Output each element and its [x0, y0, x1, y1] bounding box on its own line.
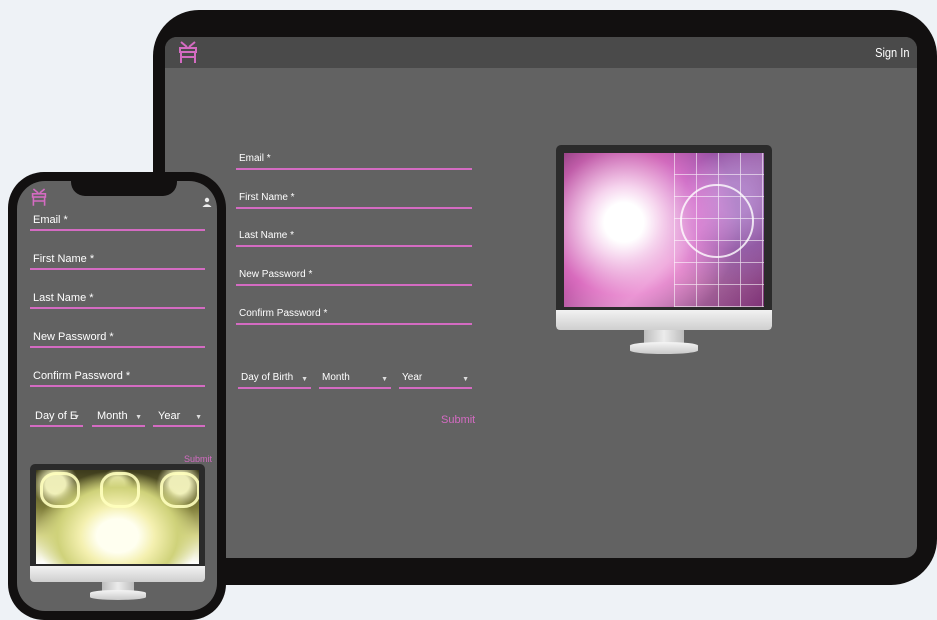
- first-name-field[interactable]: First Name *: [236, 185, 472, 209]
- monitor-illustration: [556, 145, 772, 361]
- phone-screen: Email * First Name * Last Name * New Pas…: [17, 181, 217, 611]
- email-field[interactable]: Email *: [30, 211, 205, 231]
- chevron-down-icon: ▼: [195, 414, 202, 421]
- hero-image: [36, 470, 199, 564]
- chevron-down-icon: ▼: [381, 376, 388, 383]
- day-of-birth-select[interactable]: Day of Birth ▼: [238, 367, 311, 389]
- tablet-device: Sign In Email * First Name * Last Name *…: [153, 10, 937, 585]
- new-password-field[interactable]: New Password *: [30, 328, 205, 348]
- month-select[interactable]: Month ▼: [92, 407, 145, 427]
- phone-notch: [71, 181, 177, 196]
- hero-image: [564, 153, 764, 307]
- last-name-field[interactable]: Last Name *: [30, 289, 205, 309]
- new-password-label: New Password *: [33, 331, 114, 343]
- chevron-down-icon: ▼: [462, 376, 469, 383]
- first-name-label: First Name *: [239, 192, 295, 203]
- confirm-password-label: Confirm Password *: [33, 370, 131, 382]
- last-name-field[interactable]: Last Name *: [236, 223, 472, 247]
- chevron-down-icon: ▼: [73, 414, 80, 421]
- year-label: Year: [158, 410, 181, 422]
- chevron-down-icon: ▼: [301, 376, 308, 383]
- day-of-birth-label: Day of Birth: [241, 372, 294, 383]
- sign-in-link[interactable]: Sign In: [875, 45, 909, 60]
- brand-logo-icon[interactable]: [31, 187, 47, 207]
- first-name-label: First Name *: [33, 253, 95, 265]
- brand-logo-icon[interactable]: [178, 40, 198, 64]
- new-password-label: New Password *: [239, 269, 313, 280]
- tablet-screen: Sign In Email * First Name * Last Name *…: [165, 37, 917, 558]
- month-label: Month: [97, 410, 128, 422]
- month-select[interactable]: Month ▼: [319, 367, 391, 389]
- day-of-birth-label: Day of E: [35, 410, 78, 422]
- confirm-password-field[interactable]: Confirm Password *: [30, 367, 205, 387]
- user-icon[interactable]: [202, 197, 212, 207]
- month-label: Month: [322, 372, 350, 383]
- phone-device: Email * First Name * Last Name * New Pas…: [8, 172, 226, 620]
- confirm-password-field[interactable]: Confirm Password *: [236, 301, 472, 325]
- year-select[interactable]: Year ▼: [399, 367, 472, 389]
- day-of-birth-select[interactable]: Day of E ▼: [30, 407, 83, 427]
- tablet-header: Sign In: [165, 37, 917, 68]
- monitor-illustration: [30, 464, 205, 604]
- last-name-label: Last Name *: [239, 230, 295, 241]
- email-label: Email *: [239, 153, 271, 164]
- first-name-field[interactable]: First Name *: [30, 250, 205, 270]
- last-name-label: Last Name *: [33, 292, 94, 304]
- year-label: Year: [402, 372, 423, 383]
- submit-button[interactable]: Submit: [441, 414, 475, 426]
- chevron-down-icon: ▼: [135, 414, 142, 421]
- new-password-field[interactable]: New Password *: [236, 262, 472, 286]
- confirm-password-label: Confirm Password *: [239, 308, 328, 319]
- email-label: Email *: [33, 214, 68, 226]
- email-field[interactable]: Email *: [236, 146, 472, 170]
- year-select[interactable]: Year ▼: [153, 407, 205, 427]
- submit-button[interactable]: Submit: [184, 454, 212, 464]
